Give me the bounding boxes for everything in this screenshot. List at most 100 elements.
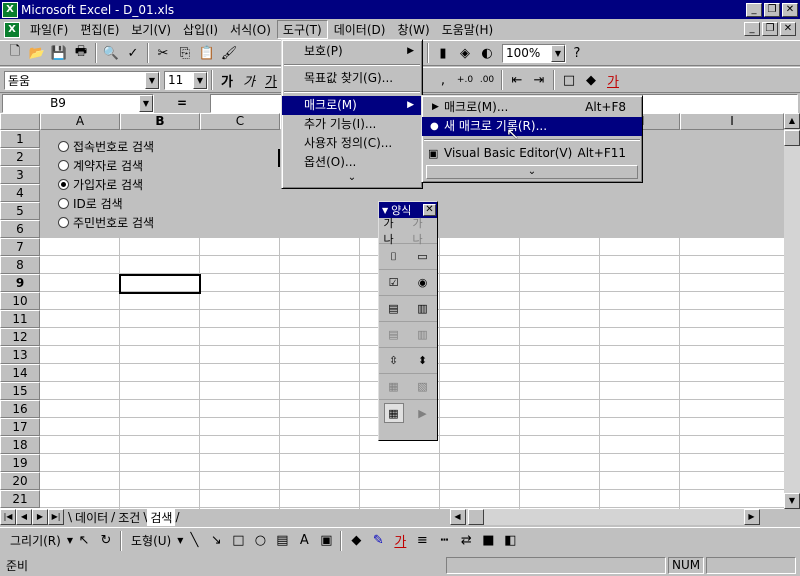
button-icon[interactable]: ▭ xyxy=(413,247,433,267)
arrow-icon[interactable]: ↘ xyxy=(205,530,227,552)
print-preview-icon[interactable]: 🔍 xyxy=(100,42,122,64)
autoshapes-menu-button[interactable]: 도형(U) xyxy=(125,531,177,550)
scroll-bar-icon[interactable]: ⇳ xyxy=(384,351,404,371)
select-all-corner[interactable] xyxy=(0,113,40,130)
cut-icon[interactable]: ✂ xyxy=(152,42,174,64)
row-header[interactable]: 5 xyxy=(0,202,40,220)
scroll-thumb[interactable] xyxy=(784,130,800,146)
wordart-icon[interactable]: A xyxy=(293,530,315,552)
arrow-style-icon[interactable]: ⇄ xyxy=(455,530,477,552)
active-cell-b9[interactable] xyxy=(119,274,201,294)
font-color-icon[interactable]: 가 xyxy=(602,69,624,91)
tools-addins[interactable]: 추가 기능(I)... xyxy=(282,115,422,134)
name-box[interactable]: B9 ▼ xyxy=(2,93,154,113)
help-icon[interactable]: ? xyxy=(566,42,588,64)
font-combo[interactable]: 돋움 ▼ xyxy=(4,70,160,90)
3d-icon[interactable]: ◧ xyxy=(499,530,521,552)
row-header[interactable]: 9 xyxy=(0,274,40,292)
row-header[interactable]: 12 xyxy=(0,328,40,346)
minimize-button[interactable]: _ xyxy=(746,2,762,17)
sheet-tab-condition[interactable]: 조건 xyxy=(115,509,143,526)
formula-equals[interactable]: = xyxy=(154,96,210,110)
chevron-down-icon[interactable]: ▼ xyxy=(139,94,153,112)
line-style-icon[interactable]: ≡ xyxy=(411,530,433,552)
macro-macros[interactable]: ▶ 매크로(M)... Alt+F8 xyxy=(422,98,642,117)
row-header[interactable]: 4 xyxy=(0,184,40,202)
chevron-down-icon[interactable]: ▼ xyxy=(382,206,388,215)
menu-view[interactable]: 보기(V) xyxy=(125,20,177,39)
next-sheet-icon[interactable]: ▶ xyxy=(32,509,48,525)
draw-menu-button[interactable]: 그리기(R) xyxy=(4,531,67,550)
line-color-icon[interactable]: ✎ xyxy=(367,530,389,552)
option-id[interactable]: ID로 검색 xyxy=(58,195,123,212)
radio-icon[interactable] xyxy=(58,198,69,209)
row-header[interactable]: 13 xyxy=(0,346,40,364)
sheet-tab-data[interactable]: 데이터 xyxy=(72,509,111,526)
copy-icon[interactable]: ⎘ xyxy=(174,42,196,64)
chevron-down-icon[interactable]: ▼ xyxy=(145,71,159,89)
option-subscriber[interactable]: 가입자로 검색 xyxy=(58,176,143,193)
row-header[interactable]: 8 xyxy=(0,256,40,274)
fill-color-icon[interactable]: ◆ xyxy=(345,530,367,552)
spelling-icon[interactable]: ✓ xyxy=(122,42,144,64)
bold-icon[interactable]: 가 xyxy=(216,69,238,91)
oval-icon[interactable]: ○ xyxy=(249,530,271,552)
macro-vb-editor[interactable]: ▣ Visual Basic Editor(V) Alt+F11 xyxy=(422,144,642,163)
chart-wizard-icon[interactable]: ▮ xyxy=(432,42,454,64)
row-header[interactable]: 18 xyxy=(0,436,40,454)
map-icon[interactable]: ◈ xyxy=(454,42,476,64)
scroll-up-icon[interactable]: ▲ xyxy=(784,113,800,129)
zoom-combo[interactable]: 100% ▼ xyxy=(502,43,566,63)
macro-record-new[interactable]: ● 새 매크로 기록(R)... xyxy=(422,117,642,136)
row-header[interactable]: 7 xyxy=(0,238,40,256)
expand-menu-icon[interactable]: ⌄ xyxy=(282,172,422,184)
forms-toolbar[interactable]: ▼ 양식 ✕ 가나 가나 ⌷ ▭ ☑ ◉ ▤ ▥ ▤ ▥ ⇳ ⬍ ▦ ▧ ▦ ▶ xyxy=(378,201,438,441)
list-box-icon[interactable]: ▤ xyxy=(384,299,404,319)
row-header[interactable]: 3 xyxy=(0,166,40,184)
row-header[interactable]: 17 xyxy=(0,418,40,436)
paste-icon[interactable]: 📋 xyxy=(196,42,218,64)
menu-help[interactable]: 도움말(H) xyxy=(436,20,500,39)
row-header[interactable]: 11 xyxy=(0,310,40,328)
dash-style-icon[interactable]: ┅ xyxy=(433,530,455,552)
chevron-down-icon[interactable]: ▼ xyxy=(551,44,565,62)
save-icon[interactable]: 💾 xyxy=(48,42,70,64)
hscroll-thumb[interactable] xyxy=(467,509,484,525)
free-rotate-icon[interactable]: ↻ xyxy=(95,530,117,552)
row-header[interactable]: 10 xyxy=(0,292,40,310)
open-icon[interactable]: 📂 xyxy=(26,42,48,64)
radio-icon[interactable] xyxy=(58,141,69,152)
comma-style-icon[interactable]: , xyxy=(432,69,454,91)
decrease-indent-icon[interactable]: ⇤ xyxy=(506,69,528,91)
row-header[interactable]: 2 xyxy=(0,148,40,166)
borders-icon[interactable]: □ xyxy=(558,69,580,91)
decrease-decimal-icon[interactable]: .00 xyxy=(476,69,498,91)
scroll-down-icon[interactable]: ▼ xyxy=(784,493,800,509)
spinner-icon[interactable]: ⬍ xyxy=(413,351,433,371)
tools-goal-seek[interactable]: 목표값 찾기(G)... xyxy=(282,69,422,88)
vertical-scrollbar[interactable]: ▲ ▼ xyxy=(784,113,800,509)
menu-data[interactable]: 데이터(D) xyxy=(328,20,392,39)
option-button-icon[interactable]: ◉ xyxy=(413,273,433,293)
increase-indent-icon[interactable]: ⇥ xyxy=(528,69,550,91)
font-color-icon[interactable]: 가 xyxy=(389,530,411,552)
close-button[interactable]: ✕ xyxy=(782,2,798,17)
row-header[interactable]: 15 xyxy=(0,382,40,400)
scroll-right-icon[interactable]: ▶ xyxy=(743,509,760,525)
option-connect-number[interactable]: 접속번호로 검색 xyxy=(58,138,154,155)
checkbox-icon[interactable]: ☑ xyxy=(384,273,404,293)
prev-sheet-icon[interactable]: ◀ xyxy=(16,509,32,525)
doc-minimize-button[interactable]: _ xyxy=(744,22,760,36)
horizontal-scrollbar[interactable]: ◀ ▶ xyxy=(449,509,760,525)
row-header[interactable]: 14 xyxy=(0,364,40,382)
format-painter-icon[interactable]: 🖌 xyxy=(218,42,240,64)
col-header[interactable]: A xyxy=(40,113,120,130)
increase-decimal-icon[interactable]: +.0 xyxy=(454,69,476,91)
restore-button[interactable]: ❐ xyxy=(764,2,780,17)
group-box-icon[interactable]: ⌷ xyxy=(384,247,404,267)
row-header[interactable]: 1 xyxy=(0,130,40,148)
menu-window[interactable]: 창(W) xyxy=(391,20,435,39)
toggle-grid-icon[interactable]: ▦ xyxy=(383,403,404,423)
tools-customize[interactable]: 사용자 정의(C)... xyxy=(282,134,422,153)
tools-options[interactable]: 옵션(O)... xyxy=(282,153,422,172)
